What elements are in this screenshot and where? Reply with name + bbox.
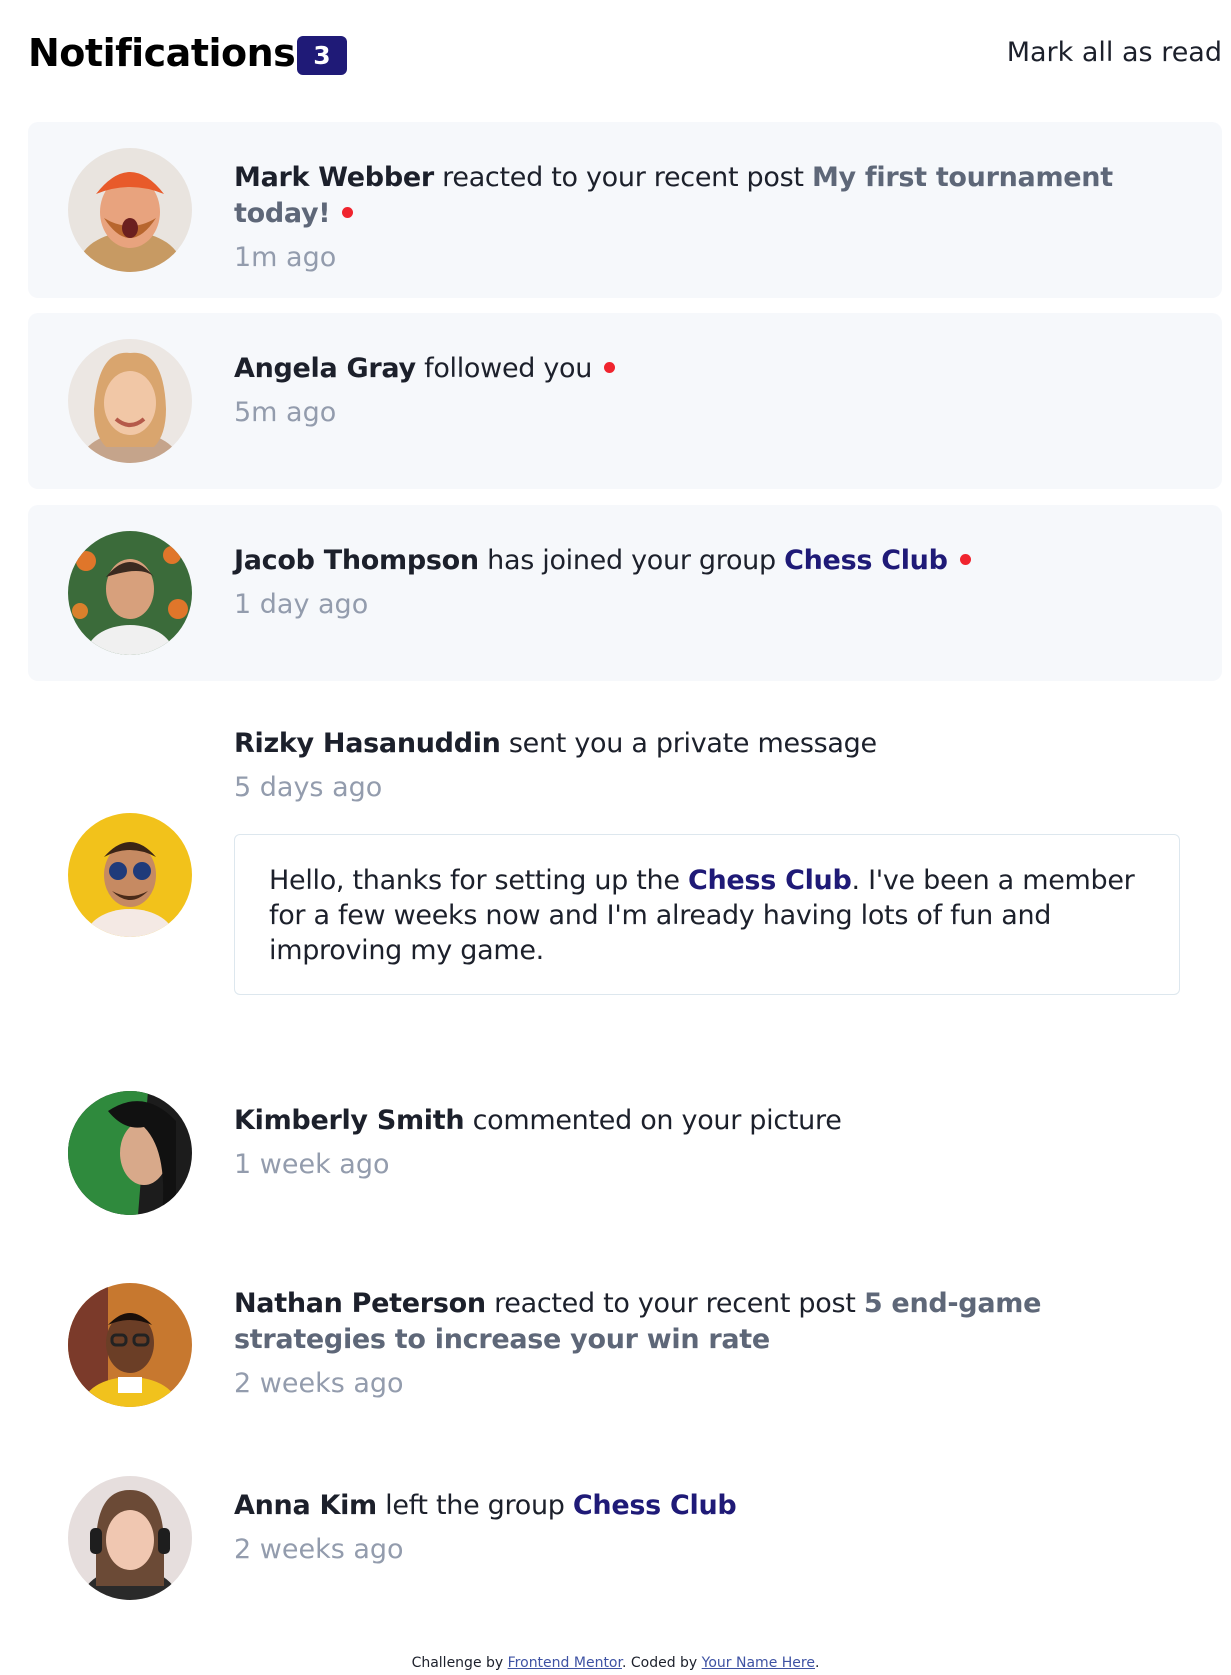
notification-item[interactable]: Anna Kim left the group Chess Club 2 wee… xyxy=(28,1450,1222,1626)
notification-text: Anna Kim left the group Chess Club xyxy=(234,1488,1182,1524)
message-group-link[interactable]: Chess Club xyxy=(688,865,852,896)
notification-text: Mark Webber reacted to your recent post … xyxy=(234,160,1182,232)
notification-user-name[interactable]: Anna Kim xyxy=(234,1490,377,1521)
notification-text: Kimberly Smith commented on your picture xyxy=(234,1103,1182,1139)
avatar-image xyxy=(68,148,192,272)
notification-time: 1 day ago xyxy=(234,589,369,620)
notification-user-name[interactable]: Jacob Thompson xyxy=(234,545,479,576)
attribution-footer: Challenge by Frontend Mentor. Coded by Y… xyxy=(0,1654,1231,1672)
notification-action: followed you xyxy=(424,353,593,384)
unread-dot-icon xyxy=(959,554,971,565)
unread-dot-icon xyxy=(604,362,616,373)
avatar-kimberly-smith[interactable] xyxy=(68,1091,192,1215)
notification-user-name[interactable]: Mark Webber xyxy=(234,162,434,193)
avatar-jacob-thompson[interactable] xyxy=(68,531,192,655)
message-text: Hello, thanks for setting up the xyxy=(269,865,680,896)
notification-action: commented on your picture xyxy=(472,1105,842,1136)
avatar-rizky-hasanuddin[interactable] xyxy=(68,813,192,937)
notification-item[interactable]: Angela Gray followed you 5m ago xyxy=(28,313,1222,489)
notification-group-link[interactable]: Chess Club xyxy=(784,545,948,576)
avatar-image xyxy=(68,813,192,937)
footer-challenge-text: Challenge by xyxy=(411,1655,504,1671)
avatar-angela-gray[interactable] xyxy=(68,339,192,463)
notification-user-name[interactable]: Angela Gray xyxy=(234,353,416,384)
notification-time: 2 weeks ago xyxy=(234,1368,404,1399)
notification-time: 2 weeks ago xyxy=(234,1534,404,1565)
avatar-nathan-peterson[interactable] xyxy=(68,1283,192,1407)
private-message-box[interactable]: Hello, thanks for setting up the Chess C… xyxy=(234,834,1180,995)
notification-item[interactable]: Jacob Thompson has joined your group Che… xyxy=(28,505,1222,681)
notification-user-name[interactable]: Rizky Hasanuddin xyxy=(234,728,501,759)
unread-dot-icon xyxy=(342,207,354,218)
mark-all-as-read-button[interactable]: Mark all as read xyxy=(1007,35,1222,71)
avatar-image xyxy=(68,531,192,655)
avatar-anna-kim[interactable] xyxy=(68,1476,192,1600)
notification-user-name[interactable]: Kimberly Smith xyxy=(234,1105,465,1136)
avatar-image xyxy=(68,339,192,463)
header: Notifications 3 Mark all as read xyxy=(28,26,1222,82)
avatar-image xyxy=(68,1091,192,1215)
notification-time: 1m ago xyxy=(234,242,337,273)
footer-coded-by-text: . Coded by xyxy=(621,1655,698,1671)
avatar-image xyxy=(68,1476,192,1600)
notification-text: Jacob Thompson has joined your group Che… xyxy=(234,543,1182,579)
notification-text: Nathan Peterson reacted to your recent p… xyxy=(234,1286,1182,1358)
notification-item[interactable]: Mark Webber reacted to your recent post … xyxy=(28,122,1222,298)
notification-item[interactable]: Rizky Hasanuddin sent you a private mess… xyxy=(28,697,1222,1027)
notification-action: has joined your group xyxy=(487,545,776,576)
avatar-mark-webber[interactable] xyxy=(68,148,192,272)
notification-action: reacted to your recent post xyxy=(442,162,804,193)
page-title: Notifications xyxy=(28,31,296,75)
notification-time: 5m ago xyxy=(234,397,337,428)
unread-count-badge: 3 xyxy=(297,36,347,75)
notification-time: 1 week ago xyxy=(234,1149,390,1180)
notification-group-link[interactable]: Chess Club xyxy=(573,1490,737,1521)
notification-action: reacted to your recent post xyxy=(494,1288,856,1319)
footer-end-text: . xyxy=(814,1655,820,1671)
author-link[interactable]: Your Name Here xyxy=(702,1655,815,1671)
notification-item[interactable]: Nathan Peterson reacted to your recent p… xyxy=(28,1257,1222,1457)
notification-text: Angela Gray followed you xyxy=(234,351,1182,387)
notification-action: left the group xyxy=(385,1490,565,1521)
notification-user-name[interactable]: Nathan Peterson xyxy=(234,1288,486,1319)
avatar-image xyxy=(68,1283,192,1407)
notification-time: 5 days ago xyxy=(234,772,383,803)
notification-text: Rizky Hasanuddin sent you a private mess… xyxy=(234,726,1182,762)
frontend-mentor-link[interactable]: Frontend Mentor xyxy=(508,1655,622,1671)
notification-item[interactable]: Kimberly Smith commented on your picture… xyxy=(28,1065,1222,1241)
notification-action: sent you a private message xyxy=(508,728,877,759)
